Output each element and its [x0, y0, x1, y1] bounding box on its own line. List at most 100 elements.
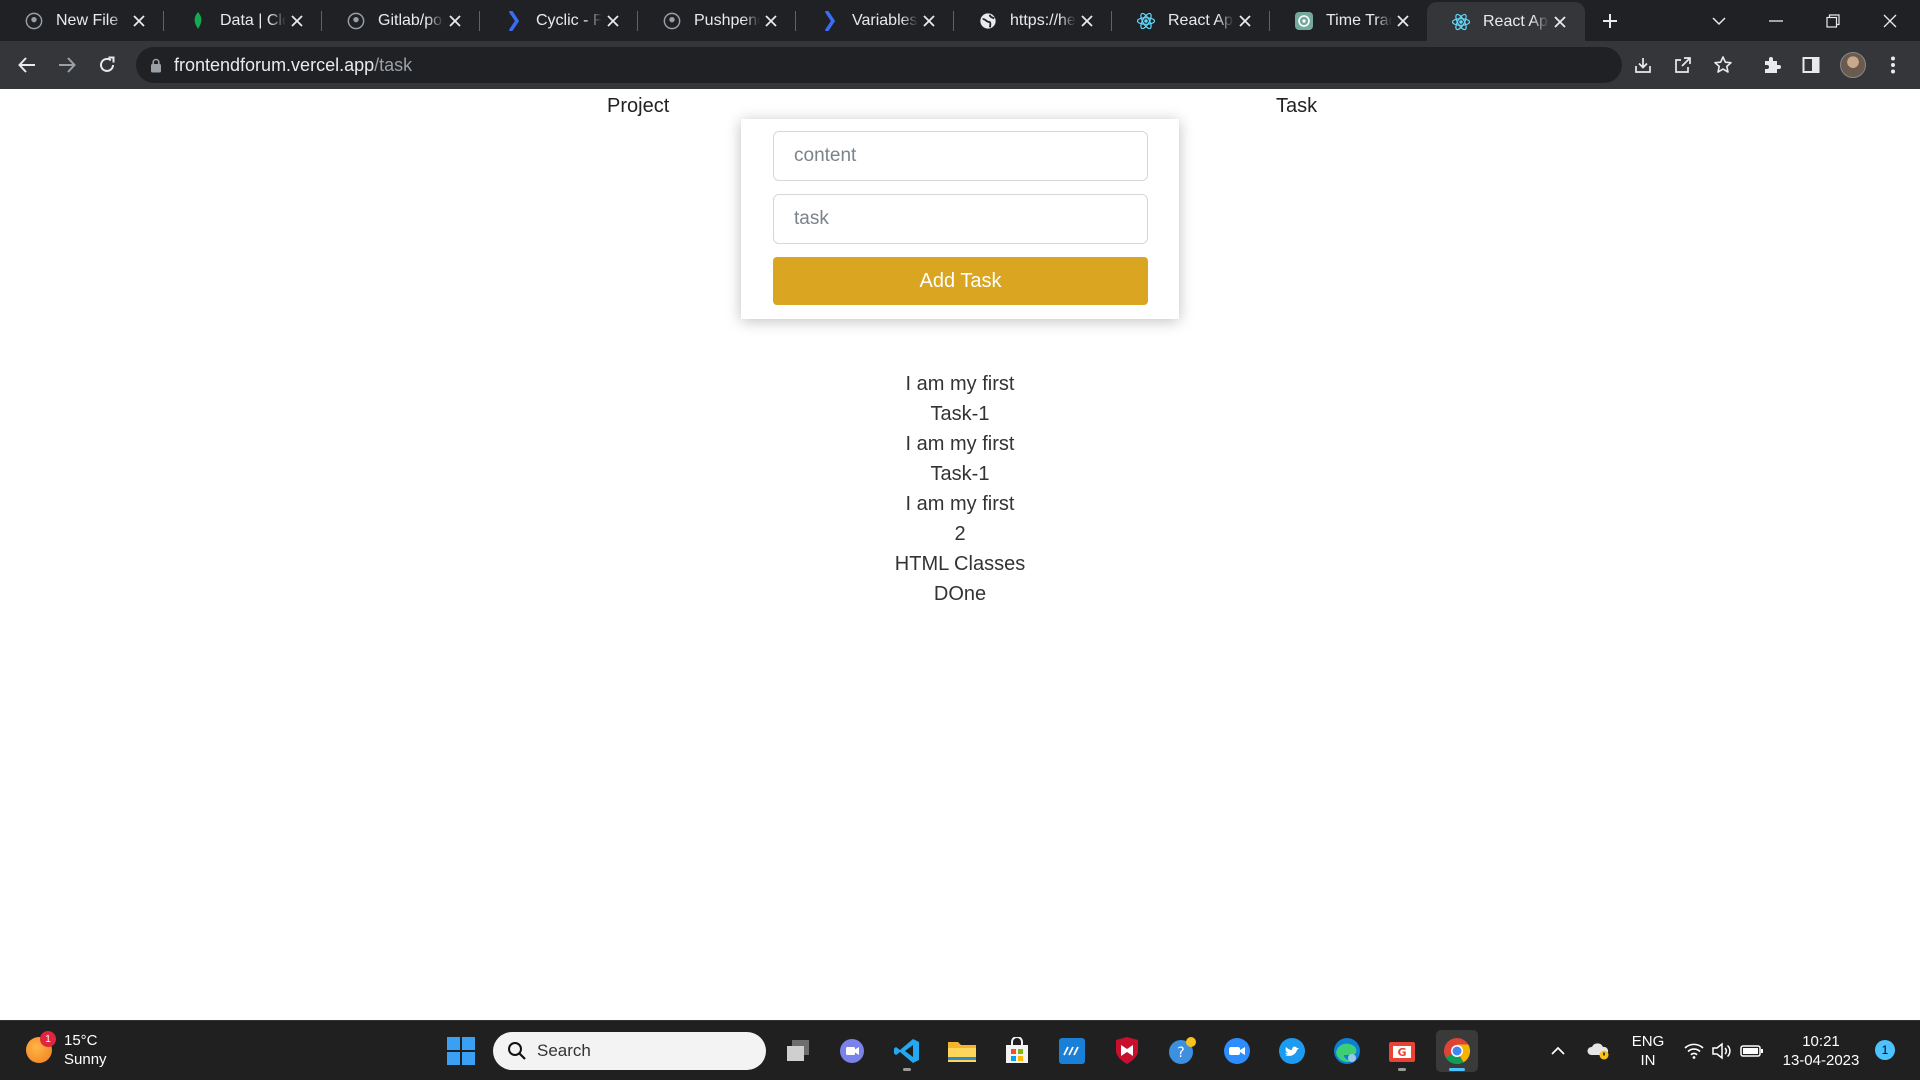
- close-tab-icon[interactable]: [1549, 11, 1571, 33]
- task-item-content: I am my first: [905, 493, 1015, 515]
- tab-title: Pushpendra: [694, 11, 760, 29]
- tab-help-url[interactable]: https://help: [954, 0, 1112, 41]
- mcafee-shield-icon[interactable]: [1106, 1030, 1148, 1072]
- edge-browser-icon[interactable]: [1326, 1030, 1368, 1072]
- extensions-puzzle-icon[interactable]: [1758, 51, 1786, 79]
- task-view-icon[interactable]: [777, 1030, 819, 1072]
- bookmark-star-icon[interactable]: [1709, 51, 1737, 79]
- tab-title: New File: [56, 11, 119, 29]
- task-input[interactable]: task: [773, 194, 1148, 244]
- tab-search-chevron-icon[interactable]: [1691, 0, 1747, 41]
- new-tab-plus-icon[interactable]: [1597, 8, 1623, 34]
- tab-data-cloud[interactable]: Data | Cloud: [164, 0, 322, 41]
- microsoft-store-icon[interactable]: [996, 1030, 1038, 1072]
- globe-icon: [978, 11, 998, 31]
- tab-time-tracking[interactable]: Time Tracking: [1270, 0, 1428, 41]
- taskbar-search-box[interactable]: Search: [493, 1032, 766, 1070]
- install-app-icon[interactable]: [1629, 51, 1657, 79]
- task-item-title: Task-1: [930, 403, 990, 425]
- weather-text: 15°C Sunny: [64, 1031, 107, 1069]
- clock-block: 10:21 13-04-2023: [1783, 1032, 1860, 1070]
- twitter-icon[interactable]: [1271, 1030, 1313, 1072]
- lock-icon[interactable]: [150, 58, 162, 73]
- task-item-content: I am my first: [905, 373, 1015, 395]
- github-icon: [346, 11, 366, 31]
- close-tab-icon[interactable]: [1234, 10, 1256, 32]
- add-task-form-card: content task Add Task: [741, 119, 1179, 319]
- forward-arrow-icon[interactable]: [51, 49, 83, 81]
- onedrive-warning-icon[interactable]: [1586, 1021, 1612, 1080]
- nav-link-project[interactable]: Project: [607, 95, 669, 118]
- running-indicator: [903, 1068, 911, 1071]
- running-indicator: [1398, 1068, 1406, 1071]
- close-tab-icon[interactable]: [1076, 10, 1098, 32]
- chrome-browser-icon[interactable]: [1436, 1030, 1478, 1072]
- weather-widget[interactable]: 1 15°C Sunny: [26, 1031, 107, 1069]
- nav-link-task[interactable]: Task: [1276, 95, 1317, 118]
- vscode-icon[interactable]: [886, 1030, 928, 1072]
- side-panel-icon[interactable]: [1797, 51, 1825, 79]
- gmail-app-icon[interactable]: G: [1381, 1030, 1423, 1072]
- close-tab-icon[interactable]: [602, 10, 624, 32]
- language-code: ENG: [1631, 1033, 1665, 1050]
- tab-title: https://help: [1010, 11, 1076, 29]
- back-arrow-icon[interactable]: [11, 49, 43, 81]
- tab-variables[interactable]: Variables - p: [796, 0, 954, 41]
- close-tab-icon[interactable]: [286, 10, 308, 32]
- restore-window-icon[interactable]: [1805, 0, 1861, 41]
- tab-pushpendra[interactable]: Pushpendra: [638, 0, 796, 41]
- tab-title: Cyclic - Full: [536, 11, 602, 29]
- zoom-icon[interactable]: [1216, 1030, 1258, 1072]
- address-bar[interactable]: frontendforum.vercel.app/task: [136, 47, 1622, 83]
- svg-text:?: ?: [1177, 1045, 1184, 1061]
- reload-icon[interactable]: [91, 49, 123, 81]
- url-domain: frontendforum.vercel.app: [174, 54, 375, 75]
- sun-weather-icon: 1: [26, 1031, 56, 1063]
- windows-start-icon[interactable]: [440, 1030, 482, 1072]
- close-window-icon[interactable]: [1862, 0, 1918, 41]
- task-item-content: HTML Classes: [894, 553, 1026, 575]
- task-item-content: I am my first: [905, 433, 1015, 455]
- system-clock[interactable]: 10:21 13-04-2023: [1776, 1021, 1866, 1080]
- battery-charging-icon[interactable]: [1738, 1021, 1766, 1080]
- tab-react-app-active[interactable]: React App: [1427, 2, 1585, 41]
- teams-chat-icon[interactable]: [831, 1030, 873, 1072]
- tab-title: React App: [1483, 12, 1549, 30]
- tab-gitlab-postman[interactable]: Gitlab/postman: [322, 0, 480, 41]
- clock-time: 10:21: [1802, 1033, 1840, 1050]
- browser-menu-kebab-icon[interactable]: [1879, 51, 1907, 79]
- myhp-app-icon[interactable]: [1051, 1030, 1093, 1072]
- github-icon: [24, 11, 44, 31]
- task-item-title: Task-1: [930, 463, 990, 485]
- tab-new-file[interactable]: New File: [0, 0, 164, 41]
- browser-toolbar: frontendforum.vercel.app/task: [0, 41, 1920, 89]
- close-tab-icon[interactable]: [760, 10, 782, 32]
- share-icon[interactable]: [1669, 51, 1697, 79]
- close-tab-icon[interactable]: [918, 10, 940, 32]
- minimize-window-icon[interactable]: [1748, 0, 1804, 41]
- get-help-icon[interactable]: ?: [1161, 1030, 1203, 1072]
- tab-react-app-1[interactable]: React App: [1112, 0, 1270, 41]
- close-tab-icon[interactable]: [444, 10, 466, 32]
- cyclic-icon: [504, 10, 524, 31]
- tab-title: Gitlab/postman: [378, 11, 444, 29]
- input-language-indicator[interactable]: ENG IN: [1628, 1021, 1668, 1080]
- volume-speaker-icon[interactable]: [1709, 1021, 1733, 1080]
- wifi-icon[interactable]: [1682, 1021, 1706, 1080]
- content-input[interactable]: content: [773, 131, 1148, 181]
- github-icon: [662, 11, 682, 31]
- mongodb-leaf-icon: [188, 11, 208, 31]
- tab-cyclic[interactable]: Cyclic - Full: [480, 0, 638, 41]
- tab-title: React App: [1168, 11, 1234, 29]
- web-page: Project Task content task Add Task I am …: [0, 89, 1920, 1020]
- url-text: frontendforum.vercel.app/task: [174, 55, 412, 76]
- file-explorer-icon[interactable]: [941, 1030, 983, 1072]
- notification-count-badge[interactable]: 1: [1875, 1040, 1895, 1060]
- close-tab-icon[interactable]: [1392, 10, 1414, 32]
- add-task-button[interactable]: Add Task: [773, 257, 1148, 305]
- show-hidden-icons-chevron-icon[interactable]: [1545, 1021, 1571, 1080]
- close-tab-icon[interactable]: [128, 10, 150, 32]
- profile-avatar[interactable]: [1840, 52, 1866, 78]
- url-path: /task: [374, 54, 413, 75]
- weather-badge: 1: [40, 1031, 56, 1047]
